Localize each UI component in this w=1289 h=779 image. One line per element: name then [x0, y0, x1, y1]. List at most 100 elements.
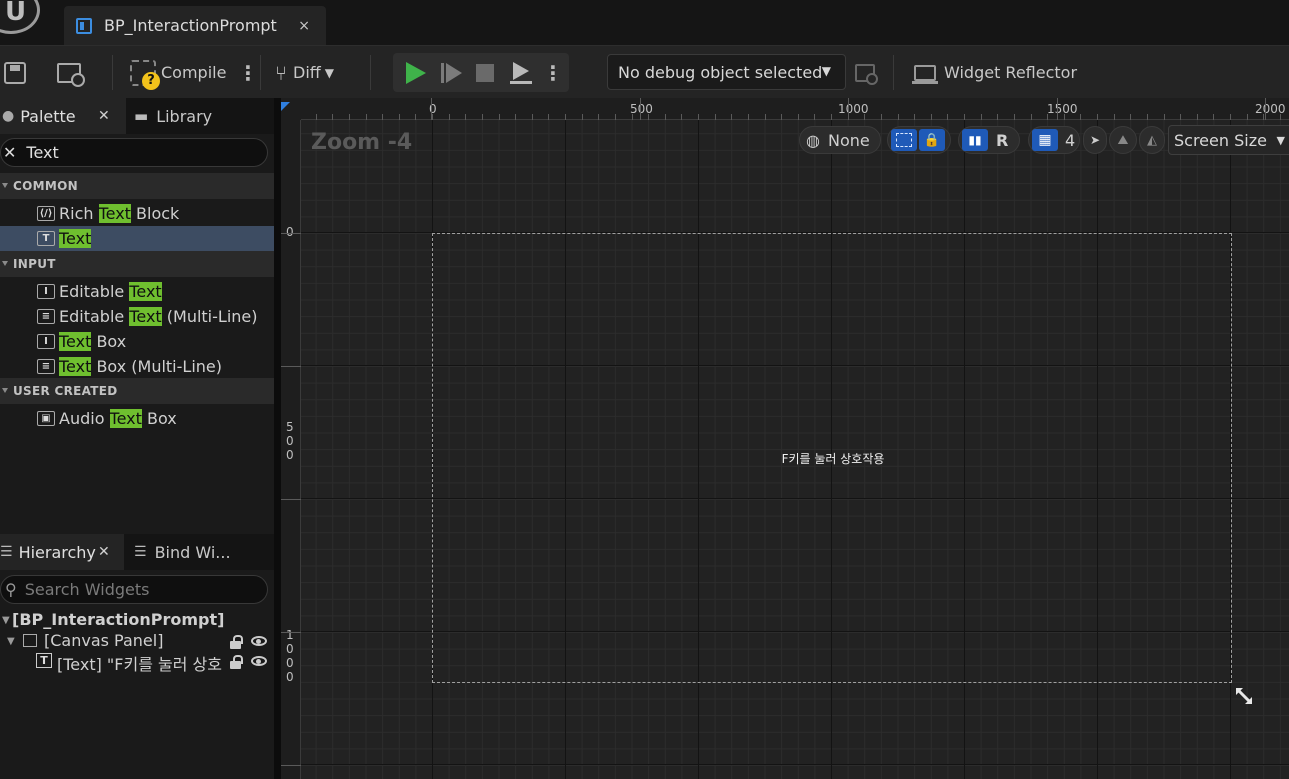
ruler-minor-tick [898, 114, 899, 120]
palette-item[interactable]: ▣ Audio Text Box [0, 406, 274, 431]
play-icon [406, 61, 426, 84]
palette-category-user-created[interactable]: USER CREATED [0, 378, 274, 404]
palette-item[interactable]: ≡ Editable Text (Multi-Line) [0, 304, 274, 329]
label-prefix: Rich [59, 204, 99, 223]
ruler-minor-tick [1164, 114, 1165, 120]
document-tab-strip: U BP_InteractionPrompt × [0, 0, 1289, 45]
palette-item-label: Rich Text Block [59, 204, 179, 223]
expand-arrow-icon[interactable]: ▼ [7, 636, 15, 647]
search-match-highlight: Text [98, 204, 131, 223]
ruler-vertical: 0 5 0 0 1 0 0 0 [281, 120, 301, 779]
palette-item[interactable]: T Text [0, 226, 274, 251]
tree-row-canvas-panel[interactable]: ▼ [Canvas Panel] [0, 631, 274, 651]
clear-search-icon[interactable]: ✕ [3, 143, 16, 162]
ruler-horizontal: 0 500 1000 1500 2000 [301, 98, 1289, 120]
ruler-minor-tick [931, 114, 932, 120]
multiline-text-icon: ≡ [37, 309, 55, 324]
grid-snap-toggle[interactable]: ▦ [1032, 129, 1058, 151]
diff-label: Diff [293, 63, 321, 82]
tab-palette[interactable]: ● Palette ✕ [0, 98, 126, 134]
grid-snap-value[interactable]: 4 [1065, 131, 1075, 150]
toolbar-divider [260, 55, 261, 90]
ruler-minor-tick [864, 114, 865, 120]
save-button[interactable] [4, 46, 26, 99]
lock-icon[interactable] [230, 655, 243, 669]
ruler-minor-tick [1247, 114, 1248, 120]
find-debug-object-button[interactable] [855, 46, 878, 99]
document-tab[interactable]: BP_InteractionPrompt × [64, 6, 326, 45]
bind-widgets-icon: ☰ [134, 544, 147, 560]
mirror-icon: ◭ [1147, 132, 1157, 148]
ruler-label: 1 0 0 0 [286, 628, 294, 684]
close-tab-icon[interactable]: ✕ [98, 544, 110, 560]
diff-icon: ⑂ [275, 60, 287, 85]
panel-splitter[interactable] [274, 98, 281, 779]
lock-toggle-button[interactable]: 🔒 [919, 129, 945, 151]
designer-canvas[interactable]: Zoom -4 F키를 눌러 상호작용 ◍ None 🔒 ▮▮ R ▦ 4 ➤ … [281, 98, 1289, 779]
localization-preview-button[interactable]: ◍ None [799, 126, 881, 154]
play-button[interactable] [401, 53, 431, 92]
unreal-logo-icon[interactable]: U [0, 0, 40, 34]
layout-mode-button[interactable]: ▮▮ [962, 129, 988, 151]
flip-preview-button[interactable]: ◭ [1139, 126, 1165, 154]
close-tab-icon[interactable]: × [298, 18, 310, 34]
palette-category-common[interactable]: COMMON [0, 173, 274, 199]
selection-icon [896, 133, 912, 147]
play-options-button[interactable]: ⋮ [543, 53, 563, 92]
select-mode-button[interactable]: ➤ [1083, 126, 1107, 154]
screen-size-dropdown[interactable]: Screen Size ▼ [1168, 125, 1289, 155]
ruler-minor-tick [1213, 114, 1214, 120]
compile-options-button[interactable]: ⋮ [238, 46, 258, 99]
diff-button[interactable]: ⑂ Diff ▼ [275, 46, 334, 99]
widget-reflector-button[interactable]: Widget Reflector [912, 46, 1077, 99]
ruler-minor-tick [765, 114, 766, 120]
debug-object-dropdown[interactable]: No debug object selected ▼ [607, 54, 846, 90]
ruler-minor-tick [1130, 114, 1131, 120]
widget-design-area[interactable]: F키를 눌러 상호작용 [432, 233, 1232, 683]
palette-item[interactable]: I Editable Text [0, 279, 274, 304]
relative-mode-button[interactable]: R [996, 131, 1008, 150]
ruler-minor-tick [399, 114, 400, 120]
browse-button[interactable] [57, 46, 85, 99]
compile-status-icon [130, 59, 160, 90]
close-tab-icon[interactable]: ✕ [98, 108, 110, 124]
step-button[interactable] [438, 53, 464, 92]
palette-item[interactable]: ⟨/⟩ Rich Text Block [0, 201, 274, 226]
expand-arrow-icon[interactable]: ▼ [2, 615, 10, 626]
palette-item-label: Editable Text (Multi-Line) [59, 307, 257, 326]
lock-icon[interactable] [230, 635, 243, 649]
eject-icon [510, 61, 532, 84]
palette-tab-row: ● Palette ✕ ▬ Library [0, 98, 274, 134]
palette-item[interactable]: ≡ Text Box (Multi-Line) [0, 354, 274, 379]
step-icon [440, 62, 462, 83]
respect-locks-button[interactable] [891, 129, 917, 151]
tab-bind-widgets[interactable]: ☰ Bind Wi... [134, 534, 274, 570]
ruler-minor-tick [947, 114, 948, 120]
compile-button[interactable]: Compile [130, 46, 226, 99]
label-suffix: Block [130, 204, 180, 223]
palette-item[interactable]: I Text Box [0, 329, 274, 354]
eye-icon[interactable] [251, 656, 267, 666]
ruler-minor-tick [1064, 114, 1065, 120]
localization-label: None [827, 130, 870, 150]
eject-button[interactable] [508, 53, 534, 92]
tab-library[interactable]: ▬ Library [134, 98, 274, 134]
tab-hierarchy[interactable]: ☰ Hierarchy ✕ [0, 534, 124, 570]
user-widget-icon: ▣ [37, 411, 55, 426]
kebab-icon: ⋮ [543, 60, 563, 85]
background-toggle-button[interactable]: ⛰ [1109, 126, 1137, 154]
interaction-prompt-text[interactable]: F키를 눌러 상호작용 [433, 450, 1233, 467]
stop-button[interactable] [473, 53, 497, 92]
canvas-panel-icon [23, 634, 37, 647]
hierarchy-search-input[interactable]: ⚲ Search Widgets [0, 575, 268, 604]
umg-editor-window: U BP_InteractionPrompt × Compile ⋮ ⑂ Dif… [0, 0, 1289, 779]
palette-search-value: Text [26, 143, 59, 162]
eye-icon[interactable] [251, 636, 267, 646]
palette-category-input[interactable]: INPUT [0, 251, 274, 277]
resize-handle-icon[interactable] [1234, 686, 1254, 706]
tree-row-text[interactable]: T [Text] "F키를 눌러 상호 [0, 651, 274, 674]
ruler-minor-tick [632, 114, 633, 120]
search-match-highlight: Text [129, 282, 162, 301]
palette-search-input[interactable]: ✕ Text [0, 138, 268, 167]
ruler-minor-tick [997, 114, 998, 120]
